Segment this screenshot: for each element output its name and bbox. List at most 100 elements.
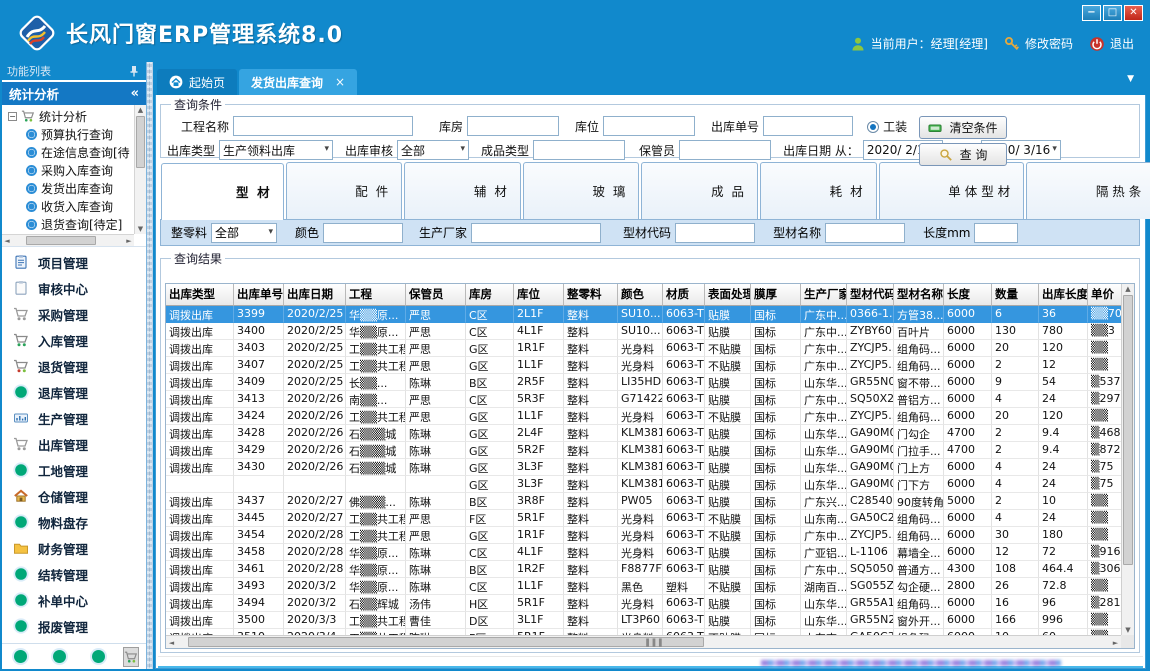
table-row[interactable]: 调拨出库34002020/2/25华▒▒原...严思C区4L1F整料SU10..… <box>166 323 1121 340</box>
column-header[interactable]: 单价 <box>1088 284 1121 306</box>
table-row[interactable]: 调拨出库33992020/2/25华▒▒原...严思C区2L1F整料SU10..… <box>166 306 1121 323</box>
logout-button[interactable]: 退出 <box>1089 35 1134 52</box>
column-header[interactable]: 出库长度 <box>1039 284 1088 306</box>
table-row[interactable]: G区3L3F整料KLM38176063-T5贴膜国标山东华...GA90M09.… <box>166 476 1121 493</box>
column-header[interactable]: 数量 <box>992 284 1039 306</box>
material-tab[interactable]: 耗 材 <box>760 162 877 219</box>
column-header[interactable]: 材质 <box>663 284 705 306</box>
change-password-link[interactable]: 修改密码 <box>1004 35 1073 52</box>
sidebar-group-item[interactable]: 采购管理 <box>2 301 146 327</box>
table-row[interactable]: 调拨出库34282020/2/26石▒▒▒城陈琳G区2L4F整料KLM38176… <box>166 425 1121 442</box>
stats-section-header[interactable]: 统计分析 « <box>2 82 146 105</box>
material-tab[interactable]: 型 材 <box>161 163 284 220</box>
scroll-down-icon[interactable]: ▼ <box>1122 625 1134 635</box>
material-tab[interactable]: 玻 璃 <box>523 162 640 219</box>
table-row[interactable]: 调拨出库34242020/2/26工▒▒共工程严思G区1L1F整料光身料6063… <box>166 408 1121 425</box>
outbound-type-select[interactable]: 生产领料出库 <box>219 140 333 160</box>
profile-name-input[interactable] <box>825 223 905 243</box>
column-header[interactable]: 出库类型 <box>166 284 234 306</box>
sidebar-group-item[interactable]: 退货管理 <box>2 353 146 379</box>
column-header[interactable]: 表面处理 <box>705 284 751 306</box>
whole-part-select[interactable]: 全部 <box>211 223 277 243</box>
color-input[interactable] <box>323 223 403 243</box>
scroll-right-icon[interactable]: ► <box>1110 638 1121 648</box>
tab-list-caret-icon[interactable]: ▼ <box>1127 74 1134 84</box>
length-input[interactable] <box>974 223 1018 243</box>
manufacturer-input[interactable] <box>471 223 601 243</box>
warehouse-input[interactable] <box>467 116 559 136</box>
tree-vscroll-thumb[interactable] <box>136 116 145 168</box>
scroll-left-icon[interactable]: ◄ <box>166 638 177 648</box>
column-header[interactable]: 长度 <box>944 284 992 306</box>
sidebar-group-item[interactable]: 财务管理 <box>2 535 146 561</box>
tree-item[interactable]: 发货出库查询 <box>2 179 134 197</box>
table-row[interactable]: 调拨出库34372020/2/27佛▒▒▒...陈琳B区3R8F整料PW0560… <box>166 493 1121 510</box>
tree-item[interactable]: 退货查询[待定] <box>2 215 134 233</box>
grid-vscroll-thumb[interactable] <box>1123 295 1133 565</box>
column-header[interactable]: 型材名称 <box>894 284 944 306</box>
clear-conditions-button[interactable]: 清空条件 <box>919 116 1007 139</box>
table-row[interactable]: 调拨出库34542020/2/28工▒▒共工程严思G区1R1F整料光身料6063… <box>166 527 1121 544</box>
search-button[interactable]: 查 询 <box>919 143 1007 166</box>
grid-horizontal-scrollbar[interactable]: ◄ ▐▐▐ ► <box>166 635 1121 648</box>
table-row[interactable]: 调拨出库34292020/2/26石▒▒▒城陈琳G区5R2F整料KLM38176… <box>166 442 1121 459</box>
table-row[interactable]: 调拨出库34582020/2/28华▒▒原...陈琳C区4L1F整料光身料606… <box>166 544 1121 561</box>
grid-vertical-scrollbar[interactable]: ▲ ▼ <box>1121 284 1134 635</box>
tree-root[interactable]: − 统计分析 <box>2 107 134 125</box>
table-row[interactable]: 调拨出库34612020/2/28华▒▒原...陈琳B区1R2F整料F8877F… <box>166 561 1121 578</box>
sidebar-group-item[interactable]: 补单中心 <box>2 587 146 613</box>
tab-shipping-query[interactable]: 发货出库查询 × <box>239 69 357 95</box>
sidebar-group-item[interactable]: 出库管理 <box>2 431 146 457</box>
tree-item[interactable]: 预算执行查询 <box>2 125 134 143</box>
sidebar-group-item[interactable]: 项目管理 <box>2 249 146 275</box>
tab-close-icon[interactable]: × <box>335 75 345 89</box>
column-header[interactable]: 型材代码 <box>847 284 894 306</box>
profile-code-input[interactable] <box>675 223 755 243</box>
location-input[interactable] <box>603 116 695 136</box>
table-row[interactable]: 调拨出库34942020/3/2石▒▒辉城汤伟H区5R1F整料光身料6063-T… <box>166 595 1121 612</box>
scroll-down-icon[interactable]: ▼ <box>135 224 146 234</box>
sidebar-group-item[interactable]: 退库管理 <box>2 379 146 405</box>
sidebar-group-item[interactable]: 物料盘存 <box>2 509 146 535</box>
scroll-up-icon[interactable]: ▲ <box>1122 284 1134 294</box>
column-header[interactable]: 库房 <box>466 284 514 306</box>
tree-item[interactable]: 采购入库查询 <box>2 161 134 179</box>
tree-horizontal-scrollbar[interactable]: ◄ ► <box>2 234 134 246</box>
material-tab[interactable]: 配 件 <box>286 162 403 219</box>
radio-work-option[interactable]: 工装 <box>867 118 907 135</box>
table-row[interactable]: 调拨出库35002020/3/3工▒▒共工程曹佳D区3L1F整料LT3P6060… <box>166 612 1121 629</box>
column-header[interactable]: 生产厂家 <box>801 284 847 306</box>
table-row[interactable]: 调拨出库34132020/2/26南▒▒...严思C区5R3F整料G714226… <box>166 391 1121 408</box>
pin-icon[interactable] <box>127 64 141 78</box>
project-name-input[interactable] <box>233 116 413 136</box>
sidebar-group-item[interactable]: 报废管理 <box>2 613 146 639</box>
material-tab[interactable]: 成 品 <box>641 162 758 219</box>
sidebar-group-item[interactable]: 工地管理 <box>2 457 146 483</box>
sidebar-group-item[interactable]: 结转管理 <box>2 561 146 587</box>
audit-select[interactable]: 全部 <box>397 140 469 160</box>
dot-green-icon[interactable] <box>53 650 66 663</box>
sidebar-group-item[interactable]: 仓储管理 <box>2 483 146 509</box>
minimize-button[interactable]: − <box>1082 5 1101 21</box>
column-header[interactable]: 保管员 <box>406 284 466 306</box>
material-tab[interactable]: 单 体 型 材 <box>879 162 1025 219</box>
scroll-up-icon[interactable]: ▲ <box>135 105 146 115</box>
column-header[interactable]: 库位 <box>514 284 564 306</box>
scroll-left-icon[interactable]: ◄ <box>2 236 12 246</box>
table-row[interactable]: 调拨出库34932020/3/2华▒▒原...陈琳C区1L1F整料黑色塑料不贴膜… <box>166 578 1121 595</box>
keeper-input[interactable] <box>679 140 771 160</box>
table-row[interactable]: 调拨出库34092020/2/25长▒▒...陈琳B区2R5F整料LI35HD6… <box>166 374 1121 391</box>
table-row[interactable]: 调拨出库34032020/2/25工▒▒共工程严思G区1R1F整料光身料6063… <box>166 340 1121 357</box>
column-header[interactable]: 出库日期 <box>284 284 346 306</box>
grid-hscroll-thumb[interactable] <box>188 637 704 647</box>
close-button[interactable]: ✕ <box>1124 5 1143 21</box>
tree-vertical-scrollbar[interactable]: ▲ ▼ <box>134 105 146 234</box>
dot-green-icon[interactable] <box>92 650 105 663</box>
column-header[interactable]: 工程 <box>346 284 406 306</box>
tree-item[interactable]: 在途信息查询[待 <box>2 143 134 161</box>
collapse-icon[interactable]: « <box>131 86 139 101</box>
maximize-button[interactable]: □ <box>1103 5 1122 21</box>
table-row[interactable]: 调拨出库34302020/2/26石▒▒▒城陈琳G区3L3F整料KLM38176… <box>166 459 1121 476</box>
tree-item[interactable]: 收货入库查询 <box>2 197 134 215</box>
dot-green-icon[interactable] <box>14 650 27 663</box>
